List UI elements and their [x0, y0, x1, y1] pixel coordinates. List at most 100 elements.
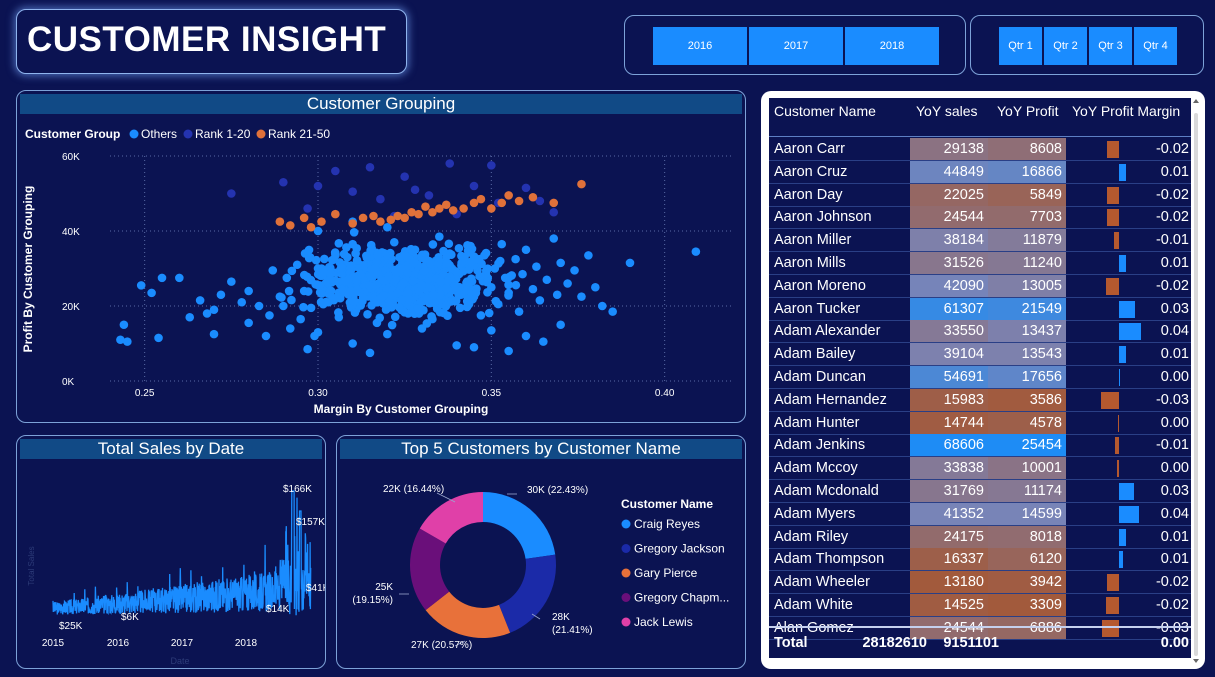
- table-row[interactable]: Adam Hunter 14744 4578 0.00: [769, 411, 1191, 435]
- scatter-point-rank-21-50[interactable]: [285, 221, 295, 230]
- donut-legend-item[interactable]: Gregory Jackson: [621, 542, 725, 556]
- scatter-point-others[interactable]: [119, 320, 129, 330]
- scatter-point-others[interactable]: [279, 301, 288, 311]
- scatter-point-others[interactable]: [422, 294, 431, 304]
- scatter-point-rank-21-50[interactable]: [487, 204, 496, 213]
- scatter-point-others[interactable]: [209, 305, 219, 315]
- scatter-point-others[interactable]: [491, 296, 501, 306]
- scatter-point-others[interactable]: [482, 277, 492, 287]
- legend-item-rank-1-20[interactable]: Rank 1-20: [183, 127, 251, 141]
- scatter-point-others[interactable]: [442, 259, 451, 268]
- scatter-point-others[interactable]: [326, 286, 336, 296]
- scatter-point-others[interactable]: [287, 295, 296, 305]
- scatter-point-others[interactable]: [314, 264, 323, 273]
- scatter-point-others[interactable]: [390, 312, 400, 322]
- scatter-point-others[interactable]: [154, 333, 163, 343]
- scatter-point-others[interactable]: [350, 308, 360, 317]
- donut-slice[interactable]: [483, 492, 556, 559]
- scatter-point-others[interactable]: [403, 288, 413, 298]
- table-row[interactable]: Aaron Moreno 42090 13005 -0.02: [769, 274, 1191, 298]
- scatter-point-others[interactable]: [365, 348, 375, 358]
- scatter-point-others[interactable]: [484, 308, 494, 318]
- donut-legend-item[interactable]: Gregory Chapm...: [621, 591, 730, 605]
- scatter-point-others[interactable]: [304, 245, 314, 255]
- table-row[interactable]: Adam Mcdonald 31769 11174 0.03: [769, 480, 1191, 503]
- scatter-point-others[interactable]: [343, 252, 352, 262]
- year-button-2017[interactable]: 2017: [749, 27, 843, 65]
- donut-legend-item[interactable]: Gary Pierce: [621, 566, 698, 580]
- scroll-up-arrow[interactable]: [1193, 99, 1199, 103]
- scatter-point-others[interactable]: [408, 246, 418, 256]
- scatter-point-rank-21-50[interactable]: [306, 222, 316, 232]
- quarter-button-3[interactable]: Qtr 3: [1089, 27, 1132, 65]
- scatter-point-others[interactable]: [442, 284, 451, 293]
- scatter-point-others[interactable]: [383, 329, 392, 339]
- year-button-2016[interactable]: 2016: [653, 27, 747, 65]
- scatter-point-others[interactable]: [521, 245, 531, 255]
- scatter-point-others[interactable]: [428, 240, 438, 249]
- scatter-point-others[interactable]: [409, 257, 418, 267]
- scatter-point-others[interactable]: [570, 266, 579, 275]
- scatter-point-others[interactable]: [608, 307, 617, 316]
- scatter-point-others[interactable]: [497, 239, 507, 249]
- table-row[interactable]: Aaron Carr 29138 8608 -0.02: [769, 138, 1191, 161]
- scatter-point-others[interactable]: [483, 288, 492, 297]
- scatter-point-others[interactable]: [287, 266, 297, 276]
- scatter-point-others[interactable]: [348, 297, 358, 306]
- scatter-point-others[interactable]: [435, 307, 445, 317]
- scatter-point-others[interactable]: [691, 247, 701, 256]
- scatter-point-others[interactable]: [454, 243, 464, 253]
- scatter-point-others[interactable]: [528, 284, 538, 294]
- scatter-point-rank-21-50[interactable]: [528, 192, 538, 202]
- scatter-point-others[interactable]: [136, 281, 146, 290]
- scatter-point-rank-21-50[interactable]: [514, 196, 524, 206]
- scatter-point-others[interactable]: [313, 327, 323, 337]
- scatter-point-rank-21-50[interactable]: [358, 213, 368, 223]
- scatter-point-rank-21-50[interactable]: [448, 206, 458, 215]
- scatter-point-rank-1-20[interactable]: [410, 185, 420, 195]
- scatter-point-others[interactable]: [282, 273, 292, 283]
- scatter-point-others[interactable]: [370, 264, 380, 273]
- scatter-point-others[interactable]: [352, 285, 362, 294]
- donut-legend-item[interactable]: Craig Reyes: [621, 517, 701, 531]
- scatter-point-others[interactable]: [549, 234, 559, 243]
- scatter-point-rank-21-50[interactable]: [441, 200, 451, 210]
- scatter-point-rank-1-20[interactable]: [469, 181, 479, 191]
- scatter-point-others[interactable]: [471, 288, 481, 298]
- scatter-point-others[interactable]: [261, 331, 271, 341]
- scatter-point-rank-21-50[interactable]: [476, 194, 486, 204]
- scatter-point-rank-1-20[interactable]: [279, 177, 288, 187]
- scatter-point-others[interactable]: [321, 297, 331, 307]
- scatter-point-others[interactable]: [365, 281, 374, 290]
- quarter-button-2[interactable]: Qtr 2: [1044, 27, 1087, 65]
- column-header-yoy-profit-margin[interactable]: YoY Profit Margin: [1072, 103, 1180, 119]
- scatter-point-others[interactable]: [195, 296, 205, 305]
- scatter-point-others[interactable]: [320, 254, 329, 264]
- scatter-point-others[interactable]: [552, 290, 562, 300]
- scatter-point-others[interactable]: [591, 282, 600, 292]
- scatter-point-others[interactable]: [254, 301, 264, 311]
- scatter-point-others[interactable]: [334, 277, 343, 287]
- scatter-point-others[interactable]: [362, 253, 372, 263]
- scatter-point-others[interactable]: [349, 228, 359, 237]
- scatter-point-others[interactable]: [387, 320, 397, 330]
- scatter-point-rank-21-50[interactable]: [275, 217, 285, 226]
- scatter-point-others[interactable]: [460, 252, 469, 262]
- table-row[interactable]: Adam Riley 24175 8018 0.01: [769, 525, 1191, 549]
- scatter-point-others[interactable]: [495, 256, 505, 266]
- scatter-point-others[interactable]: [375, 313, 385, 323]
- scatter-point-others[interactable]: [420, 266, 430, 276]
- table-row[interactable]: Aaron Tucker 61307 21549 0.03: [769, 297, 1191, 321]
- scatter-point-others[interactable]: [436, 276, 445, 286]
- scatter-point-others[interactable]: [284, 286, 294, 296]
- scatter-point-others[interactable]: [427, 312, 436, 321]
- scatter-point-others[interactable]: [521, 331, 531, 341]
- scatter-point-others[interactable]: [326, 268, 335, 278]
- scatter-point-others[interactable]: [514, 307, 524, 316]
- column-header-yoy-profit[interactable]: YoY Profit: [997, 103, 1059, 119]
- scatter-point-others[interactable]: [343, 275, 353, 284]
- scatter-point-others[interactable]: [476, 311, 486, 320]
- scatter-point-others[interactable]: [417, 280, 427, 290]
- scatter-point-others[interactable]: [464, 299, 474, 309]
- scatter-point-others[interactable]: [313, 280, 323, 290]
